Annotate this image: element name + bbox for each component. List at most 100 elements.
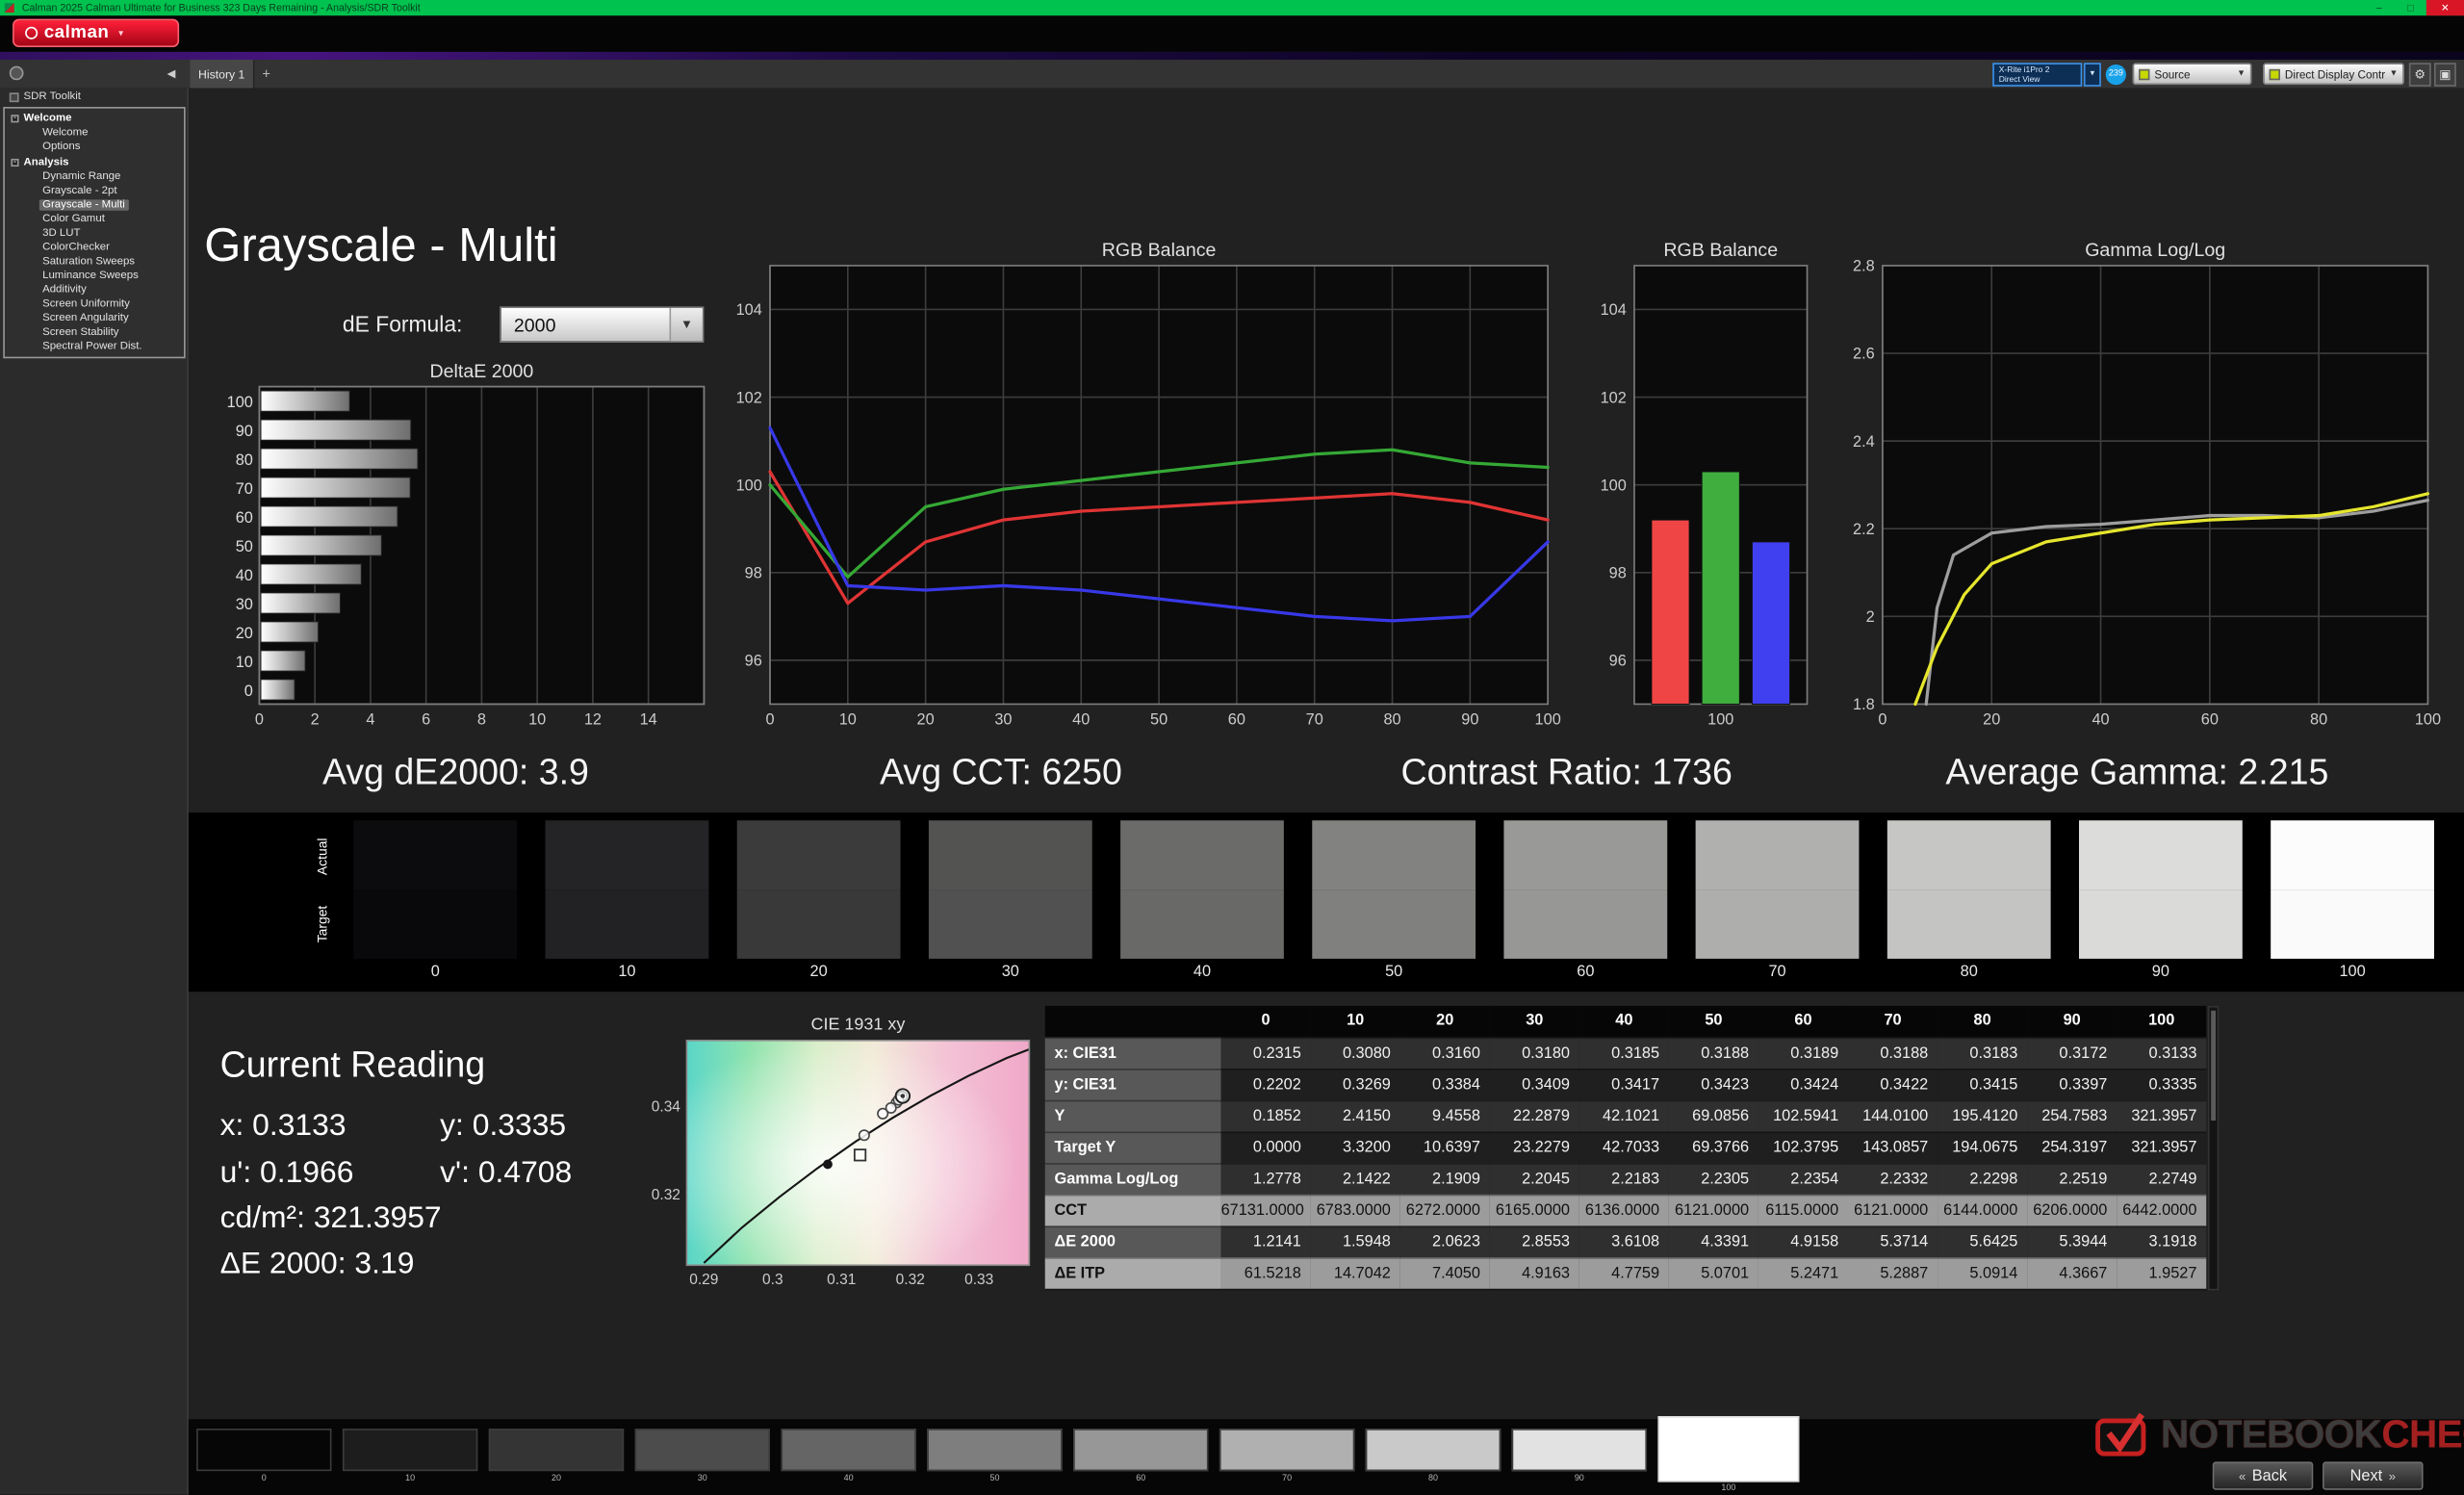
- grayscale-swatch-strip: Actual Target 0 10 20 30 40 50 60 70 80 90 100: [188, 812, 2464, 992]
- tree-expander-icon[interactable]: -: [11, 157, 19, 167]
- table-cell: 143.0857: [1847, 1131, 1938, 1164]
- meter-line2: Direct View: [1998, 75, 2040, 86]
- table-scrollbar[interactable]: [2207, 1005, 2220, 1291]
- source-dropdown[interactable]: Source ▼: [2132, 63, 2252, 86]
- de-formula-dropdown[interactable]: 2000 ▼: [500, 306, 705, 343]
- pattern-patch-20[interactable]: [488, 1429, 625, 1472]
- gear-icon[interactable]: ⚙: [2408, 62, 2431, 86]
- next-button[interactable]: Next »: [2323, 1461, 2424, 1490]
- grayscale-swatch-90: [2078, 820, 2243, 959]
- table-cell: 3.6108: [1578, 1225, 1669, 1258]
- svg-text:90: 90: [236, 423, 253, 440]
- sidebar-item-3d-lut[interactable]: 3D LUT: [5, 226, 184, 241]
- sidebar-section-analysis[interactable]: - Analysis: [5, 155, 184, 169]
- svg-text:2.2: 2.2: [1853, 521, 1875, 538]
- calman-menu-button[interactable]: calman ▾: [13, 18, 180, 47]
- table-cell: 7.4050: [1399, 1257, 1490, 1290]
- sidebar-item-welcome[interactable]: Welcome: [5, 126, 184, 141]
- table-row-x-cie31[interactable]: x: CIE31 0.2315 0.3080 0.3160 0.3180 0.3185 0.…: [1044, 1037, 2207, 1070]
- svg-text:0: 0: [765, 711, 774, 729]
- sidebar-item-screen-stability[interactable]: Screen Stability: [5, 325, 184, 340]
- table-cell: 0.3133: [2117, 1037, 2207, 1070]
- table-row-y[interactable]: Y 0.1852 2.4150 9.4558 22.2879 42.1021 69.0856…: [1044, 1099, 2207, 1133]
- table-row-target-y[interactable]: Target Y 0.0000 3.3200 10.6397 23.2279 42.703…: [1044, 1131, 2207, 1164]
- stat-contrast-ratio: Contrast Ratio: 1736: [1400, 751, 1732, 792]
- table-cell: 5.0914: [1938, 1257, 2028, 1290]
- svg-text:60: 60: [236, 509, 253, 527]
- table-cell: 2.1909: [1399, 1163, 1490, 1196]
- sidebar-item-screen-uniformity[interactable]: Screen Uniformity: [5, 296, 184, 311]
- tab-history-1[interactable]: History 1: [190, 60, 255, 89]
- svg-text:96: 96: [1609, 653, 1627, 670]
- table-row-label: ΔE 2000: [1044, 1225, 1221, 1258]
- sidebar-item-grayscale-multi[interactable]: Grayscale - Multi: [5, 197, 184, 212]
- pattern-patch-70[interactable]: [1219, 1429, 1355, 1472]
- pattern-patch-80[interactable]: [1365, 1429, 1502, 1472]
- table-row-label: y: CIE31: [1044, 1069, 1221, 1101]
- swatch-target-half: [353, 889, 518, 959]
- table-row-cct[interactable]: CCT 67131.0000 6783.0000 6272.0000 6165.0000…: [1044, 1194, 2207, 1227]
- sidebar-item-color-gamut[interactable]: Color Gamut: [5, 212, 184, 226]
- window-title: Calman 2025 Calman Ultimate for Business…: [21, 2, 421, 13]
- back-button[interactable]: « Back: [2212, 1461, 2314, 1490]
- pattern-patch-60[interactable]: [1073, 1429, 1209, 1472]
- table-cell: 3.3200: [1310, 1131, 1400, 1164]
- table-row-gamma-log-log[interactable]: Gamma Log/Log 1.2778 2.1422 2.1909 2.2045 2.2…: [1044, 1163, 2207, 1196]
- add-tab-button[interactable]: +: [254, 60, 277, 88]
- sidebar-item-dynamic-range[interactable]: Dynamic Range: [5, 169, 184, 184]
- sidebar-item-grayscale-2pt[interactable]: Grayscale - 2pt: [5, 184, 184, 198]
- meter-dropdown-icon[interactable]: ▾: [2083, 62, 2101, 86]
- grayscale-swatch-70: [1695, 820, 1860, 959]
- meter-selector[interactable]: X-Rite i1Pro 2 Direct View: [1992, 62, 2083, 86]
- svg-text:40: 40: [236, 567, 253, 584]
- minimize-button[interactable]: –: [2364, 0, 2396, 15]
- table-row-e-itp[interactable]: ΔE ITP 61.5218 14.7042 7.4050 4.9163 4.7759 5.…: [1044, 1257, 2207, 1290]
- workspace-icon[interactable]: [9, 65, 24, 81]
- svg-text:98: 98: [745, 564, 762, 581]
- maximize-button[interactable]: □: [2395, 0, 2426, 15]
- panel-icon[interactable]: ▣: [2433, 62, 2456, 86]
- pattern-patch-0[interactable]: [196, 1429, 332, 1472]
- sidebar-item-label: Saturation Sweeps: [42, 255, 136, 268]
- table-cell: 6783.0000: [1310, 1194, 1400, 1227]
- swatch-actual-half: [545, 820, 709, 890]
- sidebar-item-screen-angularity[interactable]: Screen Angularity: [5, 311, 184, 325]
- pattern-patch-100[interactable]: [1657, 1416, 1800, 1482]
- reading-u: u': 0.1966: [219, 1154, 354, 1190]
- svg-text:104: 104: [1601, 301, 1627, 319]
- sidebar-item-label: Options: [42, 142, 81, 154]
- sidebar-item-additivity[interactable]: Additivity: [5, 283, 184, 297]
- close-button[interactable]: ✕: [2426, 0, 2464, 16]
- sidebar-item-options[interactable]: Options: [5, 141, 184, 155]
- pattern-patch-90[interactable]: [1511, 1429, 1648, 1472]
- pattern-patch-10[interactable]: [342, 1429, 478, 1472]
- sidebar-item-colorchecker[interactable]: ColorChecker: [5, 240, 184, 254]
- table-row-y-cie31[interactable]: y: CIE31 0.2202 0.3269 0.3384 0.3409 0.3417 0.…: [1044, 1069, 2207, 1101]
- tree-expander-icon[interactable]: -: [11, 115, 19, 123]
- table-row-e-2000[interactable]: ΔE 2000 1.2141 1.5948 2.0623 2.8553 3.6108 4.3…: [1044, 1225, 2207, 1258]
- swatch-level-label: 10: [618, 963, 636, 981]
- pattern-patch-label: 60: [1136, 1474, 1146, 1484]
- app-icon: [4, 3, 14, 13]
- sidebar-section-welcome[interactable]: - Welcome: [5, 112, 184, 126]
- sidebar-item-label: Luminance Sweeps: [42, 270, 139, 281]
- table-cell: 22.2879: [1489, 1099, 1579, 1133]
- table-header-cell: 80: [1938, 1005, 2028, 1039]
- table-cell: 69.0856: [1668, 1099, 1758, 1133]
- sidebar-item-spectral-power-dist[interactable]: Spectral Power Dist.: [5, 339, 184, 353]
- stat-avg-cct: Avg CCT: 6250: [880, 751, 1122, 792]
- svg-text:0.29: 0.29: [689, 1272, 718, 1288]
- pattern-patch-50[interactable]: [927, 1429, 1063, 1472]
- table-cell: 0.3415: [1938, 1069, 2028, 1101]
- display-control-dropdown[interactable]: Direct Display Control ▼: [2263, 63, 2404, 86]
- sidebar-item-saturation-sweeps[interactable]: Saturation Sweeps: [5, 254, 184, 269]
- collapse-sidebar-icon[interactable]: ◀: [162, 64, 181, 84]
- pattern-patch-40[interactable]: [781, 1429, 916, 1472]
- svg-text:100: 100: [1707, 711, 1733, 729]
- sidebar-item-luminance-sweeps[interactable]: Luminance Sweeps: [5, 269, 184, 283]
- sidebar-item-label: 3D LUT: [42, 227, 81, 239]
- svg-text:0.33: 0.33: [964, 1272, 993, 1288]
- scrollbar-thumb[interactable]: [2211, 1010, 2217, 1121]
- table-cell: 0.3423: [1668, 1069, 1758, 1101]
- pattern-patch-30[interactable]: [634, 1429, 770, 1472]
